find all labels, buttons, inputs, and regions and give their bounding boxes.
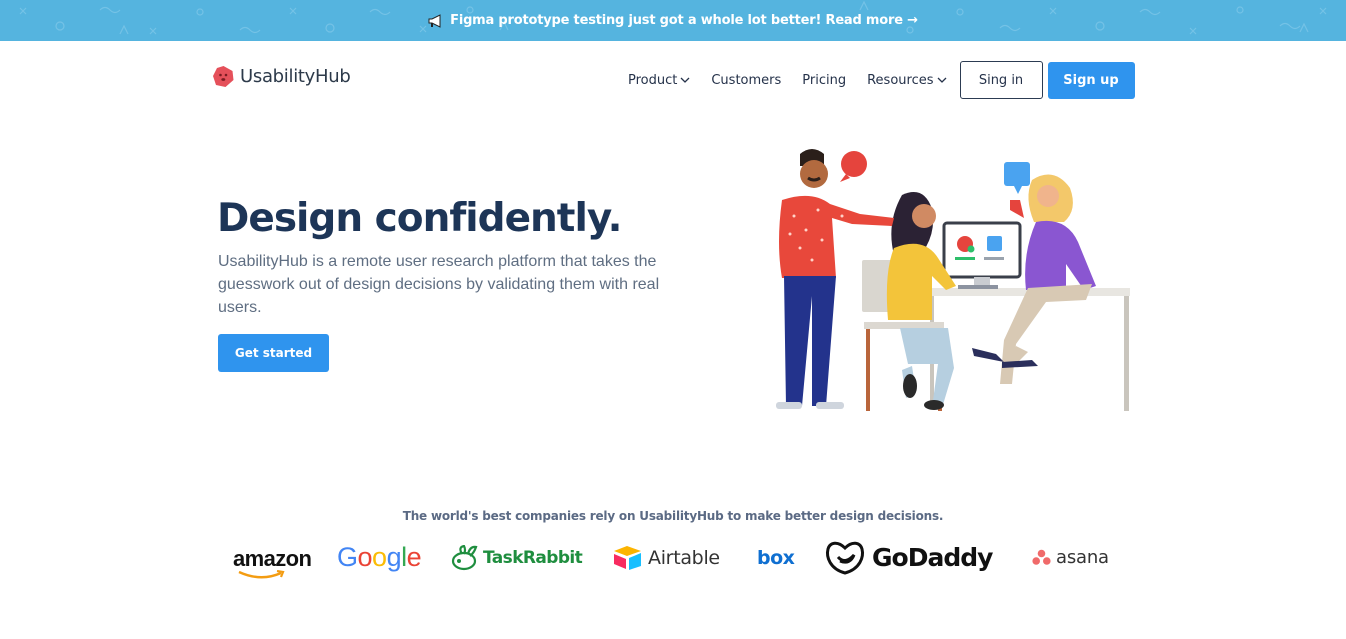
google-text: Google bbox=[337, 542, 422, 573]
hero-title: Design confidently. bbox=[217, 196, 622, 241]
taskrabbit-text: TaskRabbit bbox=[483, 547, 583, 568]
asana-dots-icon bbox=[1032, 549, 1051, 565]
taskrabbit-logo: TaskRabbit bbox=[450, 535, 583, 580]
man-shoe bbox=[776, 402, 802, 409]
man-pants bbox=[784, 276, 836, 406]
blonde-woman-head bbox=[1037, 185, 1059, 207]
chair-seat bbox=[864, 322, 944, 329]
blue-speech-bubble bbox=[1004, 162, 1030, 186]
signup-button[interactable]: Sign up bbox=[1047, 61, 1135, 99]
google-text-o2: o bbox=[372, 542, 387, 572]
blonde-woman-legs bbox=[1000, 284, 1092, 384]
hero-description: UsabilityHub is a remote user research p… bbox=[218, 253, 660, 316]
nav-pricing[interactable]: Pricing bbox=[802, 73, 846, 88]
logo[interactable]: UsabilityHub bbox=[212, 65, 351, 88]
airtable-icon bbox=[614, 545, 641, 570]
seated-woman-shoe bbox=[903, 374, 917, 398]
monitor bbox=[942, 221, 1022, 279]
seated-woman-head bbox=[912, 204, 936, 228]
google-text-g2: g bbox=[386, 542, 402, 572]
nav-pricing-label: Pricing bbox=[802, 72, 847, 88]
monitor-line bbox=[984, 257, 1004, 260]
asana-text: asana bbox=[1056, 547, 1109, 568]
megaphone-icon bbox=[428, 13, 441, 28]
keyboard bbox=[958, 285, 998, 289]
desk-leg bbox=[1124, 296, 1129, 411]
announcement-banner: Figma prototype testing just got a whole… bbox=[0, 0, 1346, 41]
logo-text: UsabilityHub bbox=[240, 66, 351, 87]
google-logo: Google bbox=[337, 535, 422, 580]
monitor-check bbox=[967, 245, 975, 253]
nav-resources-label: Resources bbox=[867, 72, 934, 88]
site-header: UsabilityHub Product Customers Pricing R… bbox=[0, 41, 1346, 121]
man-head bbox=[800, 160, 828, 188]
hero-illustration bbox=[776, 149, 1130, 411]
banner-text: Figma prototype testing just got a whole… bbox=[450, 13, 918, 28]
box-logo: box bbox=[757, 535, 795, 580]
monitor-stand bbox=[974, 277, 990, 286]
amazon-smile-icon bbox=[238, 569, 285, 578]
coffee-cup bbox=[1010, 200, 1024, 218]
godaddy-text: GoDaddy bbox=[872, 543, 993, 572]
company-logos: amazon Google TaskRabbit Airtable box Go… bbox=[0, 535, 1346, 580]
seated-woman-shoe bbox=[924, 400, 944, 410]
main-nav: Product Customers Pricing Resources Sing… bbox=[628, 61, 1135, 99]
monitor-blue-square bbox=[987, 236, 1002, 251]
box-text: box bbox=[757, 546, 795, 569]
chair-leg bbox=[866, 329, 870, 411]
get-started-button[interactable]: Get started bbox=[218, 334, 329, 372]
blue-speech-bubble-tail bbox=[1014, 186, 1022, 194]
amazon-text: amazon bbox=[233, 545, 312, 571]
nav-product[interactable]: Product bbox=[628, 73, 690, 88]
taskrabbit-rabbit-icon bbox=[451, 544, 478, 570]
usabilityhub-logo-icon bbox=[213, 66, 234, 87]
google-text-g: G bbox=[337, 542, 358, 572]
blonde-woman-shirt bbox=[1025, 220, 1096, 290]
monitor-line bbox=[955, 257, 975, 260]
trust-title: The world's best companies rely on Usabi… bbox=[402, 509, 944, 523]
nav-customers-label: Customers bbox=[711, 72, 782, 88]
google-text-o1: o bbox=[357, 542, 373, 572]
man-shoe bbox=[816, 402, 844, 409]
banner-link[interactable]: Figma prototype testing just got a whole… bbox=[428, 13, 918, 28]
nav-product-label: Product bbox=[628, 72, 678, 88]
airtable-logo: Airtable bbox=[612, 535, 720, 580]
chevron-down-icon bbox=[937, 77, 946, 83]
red-speech-bubble bbox=[841, 151, 867, 177]
signin-button[interactable]: Sing in bbox=[959, 61, 1043, 99]
amazon-logo: amazon bbox=[233, 535, 312, 580]
amazon-wordmark: amazon bbox=[233, 540, 312, 578]
google-text-e: e bbox=[406, 542, 422, 572]
asana-logo: asana bbox=[1032, 535, 1109, 580]
godaddy-heart-icon bbox=[826, 541, 864, 575]
chevron-down-icon bbox=[680, 77, 690, 83]
nav-resources[interactable]: Resources bbox=[867, 73, 946, 88]
godaddy-logo: GoDaddy bbox=[824, 535, 993, 580]
blonde-woman-shoe bbox=[972, 348, 1004, 362]
nav-customers[interactable]: Customers bbox=[711, 73, 781, 88]
airtable-text: Airtable bbox=[648, 546, 720, 569]
